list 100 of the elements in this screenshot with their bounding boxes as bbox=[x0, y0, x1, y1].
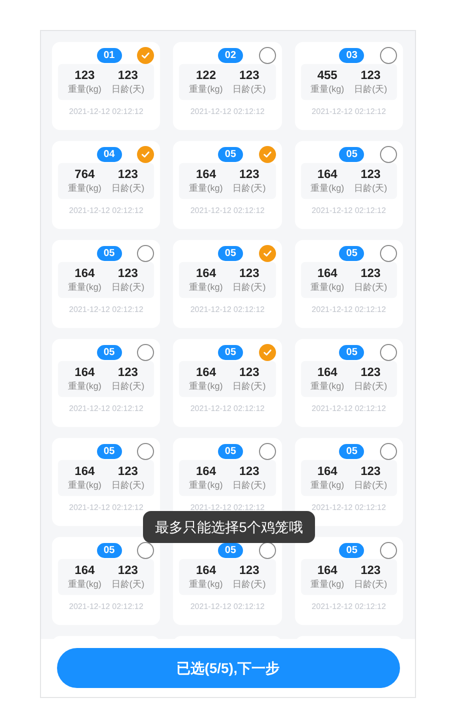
stat-value: 123 bbox=[118, 464, 138, 479]
cage-card[interactable]: 02 122 重量(kg) 123 日龄(天) 2021-12-12 02:12:12 bbox=[173, 42, 282, 130]
stat-label: 重量(kg) bbox=[189, 380, 223, 392]
check-icon bbox=[262, 348, 272, 357]
checked-checkbox[interactable] bbox=[137, 146, 154, 163]
stat-label: 重量(kg) bbox=[68, 281, 102, 293]
stat-value: 123 bbox=[360, 563, 381, 578]
cage-number-badge: 05 bbox=[218, 444, 244, 459]
checkbox[interactable] bbox=[137, 344, 154, 361]
timestamp: 2021-12-12 02:12:12 bbox=[312, 502, 386, 513]
cage-card[interactable]: 03 455 重量(kg) 123 日龄(天) 2021-12-12 02:12:12 bbox=[294, 42, 403, 130]
stat-value: 122 bbox=[196, 68, 216, 83]
cage-number-badge: 05 bbox=[96, 444, 122, 459]
stat-value: 164 bbox=[317, 266, 338, 281]
cage-card[interactable]: 05 164 重量(kg) 123 日龄(天) 2021-12-12 02:12:12 bbox=[294, 339, 403, 427]
check-icon bbox=[141, 150, 150, 159]
checkbox[interactable] bbox=[258, 542, 276, 559]
stat-value: 123 bbox=[360, 68, 381, 83]
stat-label: 重量(kg) bbox=[68, 380, 102, 392]
timestamp: 2021-12-12 02:12:12 bbox=[69, 502, 144, 513]
timestamp: 2021-12-12 02:12:12 bbox=[312, 304, 386, 315]
timestamp: 2021-12-12 02:12:12 bbox=[69, 403, 144, 414]
cage-card[interactable]: 05 164 重量(kg) 123 日龄(天) 2021-12-12 02:12:12 bbox=[173, 141, 282, 229]
stat-value: 123 bbox=[360, 167, 381, 182]
cage-number-badge: 05 bbox=[96, 246, 122, 261]
stat-value: 164 bbox=[317, 563, 338, 578]
checked-checkbox[interactable] bbox=[258, 146, 276, 163]
limit-toast: 最多只能选择5个鸡笼哦 bbox=[143, 511, 315, 543]
stat-value: 164 bbox=[196, 563, 216, 578]
timestamp: 2021-12-12 02:12:12 bbox=[312, 205, 386, 216]
timestamp: 2021-12-12 02:12:12 bbox=[312, 601, 386, 612]
stat-value: 123 bbox=[118, 68, 138, 83]
stat-label: 重量(kg) bbox=[189, 281, 223, 293]
stat-value: 123 bbox=[118, 563, 138, 578]
checkbox[interactable] bbox=[380, 245, 397, 262]
checkbox[interactable] bbox=[380, 47, 397, 64]
stat-value: 123 bbox=[239, 266, 260, 281]
stat-label: 重量(kg) bbox=[189, 578, 223, 590]
timestamp: 2021-12-12 02:12:12 bbox=[312, 106, 386, 117]
checkbox[interactable] bbox=[380, 542, 397, 559]
stat-value: 123 bbox=[239, 563, 260, 578]
stat-label: 日龄(天) bbox=[232, 281, 266, 293]
stat-value: 455 bbox=[317, 68, 338, 83]
stat-label: 重量(kg) bbox=[189, 479, 223, 491]
checkbox[interactable] bbox=[137, 542, 154, 559]
checked-checkbox[interactable] bbox=[258, 245, 276, 262]
timestamp: 2021-12-12 02:12:12 bbox=[190, 502, 265, 513]
timestamp: 2021-12-12 02:12:12 bbox=[190, 106, 265, 117]
stat-value: 164 bbox=[74, 266, 95, 281]
cage-card[interactable]: 04 764 重量(kg) 123 日龄(天) 2021-12-12 02:12:12 bbox=[52, 141, 160, 229]
stat-value: 164 bbox=[74, 464, 95, 479]
checkbox[interactable] bbox=[380, 443, 397, 460]
checkbox[interactable] bbox=[258, 47, 276, 64]
checkbox[interactable] bbox=[137, 443, 154, 460]
cage-card[interactable]: 05 164 重量(kg) 123 日龄(天) 2021-12-12 02:12:12 bbox=[52, 240, 160, 328]
checkbox[interactable] bbox=[380, 146, 397, 163]
stat-value: 123 bbox=[118, 266, 138, 281]
stat-label: 重量(kg) bbox=[310, 83, 344, 95]
cage-card[interactable]: 05 164 重量(kg) 123 日龄(天) 2021-12-12 02:12:12 bbox=[294, 240, 403, 328]
stat-value: 123 bbox=[239, 68, 260, 83]
checkbox[interactable] bbox=[137, 245, 154, 262]
cage-number-badge: 05 bbox=[218, 543, 244, 558]
checked-checkbox[interactable] bbox=[137, 47, 154, 64]
stat-label: 日龄(天) bbox=[232, 83, 266, 95]
timestamp: 2021-12-12 02:12:12 bbox=[190, 205, 265, 216]
cage-card[interactable]: 05 164 重量(kg) 123 日龄(天) 2021-12-12 02:12:12 bbox=[294, 537, 403, 625]
check-icon bbox=[141, 51, 150, 60]
check-icon bbox=[262, 150, 272, 159]
stat-label: 重量(kg) bbox=[68, 479, 102, 491]
stat-label: 重量(kg) bbox=[310, 380, 344, 392]
stat-value: 123 bbox=[360, 365, 381, 380]
stat-label: 日龄(天) bbox=[354, 281, 388, 293]
cage-card[interactable]: 05 164 重量(kg) 123 日龄(天) 2021-12-12 02:12:12 bbox=[52, 537, 160, 625]
cage-number-badge: 05 bbox=[339, 444, 364, 459]
timestamp: 2021-12-12 02:12:12 bbox=[69, 106, 144, 117]
checked-checkbox[interactable] bbox=[258, 344, 276, 361]
stat-label: 日龄(天) bbox=[232, 182, 266, 194]
cage-number-badge: 04 bbox=[96, 147, 122, 162]
stat-value: 164 bbox=[317, 464, 338, 479]
stat-label: 重量(kg) bbox=[310, 479, 344, 491]
stat-label: 重量(kg) bbox=[68, 83, 102, 95]
stat-value: 164 bbox=[196, 266, 216, 281]
stat-label: 日龄(天) bbox=[111, 182, 144, 194]
checkbox[interactable] bbox=[380, 344, 397, 361]
cage-card[interactable]: 05 164 重量(kg) 123 日龄(天) 2021-12-12 02:12:12 bbox=[294, 141, 403, 229]
cage-number-badge: 05 bbox=[96, 345, 122, 360]
cage-card[interactable]: 05 164 重量(kg) 123 日龄(天) 2021-12-12 02:12:12 bbox=[173, 240, 282, 328]
stat-label: 日龄(天) bbox=[232, 380, 266, 392]
stat-value: 123 bbox=[239, 464, 260, 479]
checkbox[interactable] bbox=[258, 443, 276, 460]
cage-number-badge: 05 bbox=[96, 543, 122, 558]
cage-card[interactable]: 05 164 重量(kg) 123 日龄(天) 2021-12-12 02:12:12 bbox=[173, 339, 282, 427]
stat-label: 重量(kg) bbox=[189, 182, 223, 194]
stat-label: 日龄(天) bbox=[232, 479, 266, 491]
stat-value: 164 bbox=[317, 167, 338, 182]
cage-card[interactable]: 05 164 重量(kg) 123 日龄(天) 2021-12-12 02:12:12 bbox=[52, 339, 160, 427]
check-icon bbox=[262, 249, 272, 258]
stat-value: 164 bbox=[74, 365, 95, 380]
stat-label: 重量(kg) bbox=[68, 182, 102, 194]
cage-card[interactable]: 01 123 重量(kg) 123 日龄(天) 2021-12-12 02:12:12 bbox=[52, 42, 160, 130]
